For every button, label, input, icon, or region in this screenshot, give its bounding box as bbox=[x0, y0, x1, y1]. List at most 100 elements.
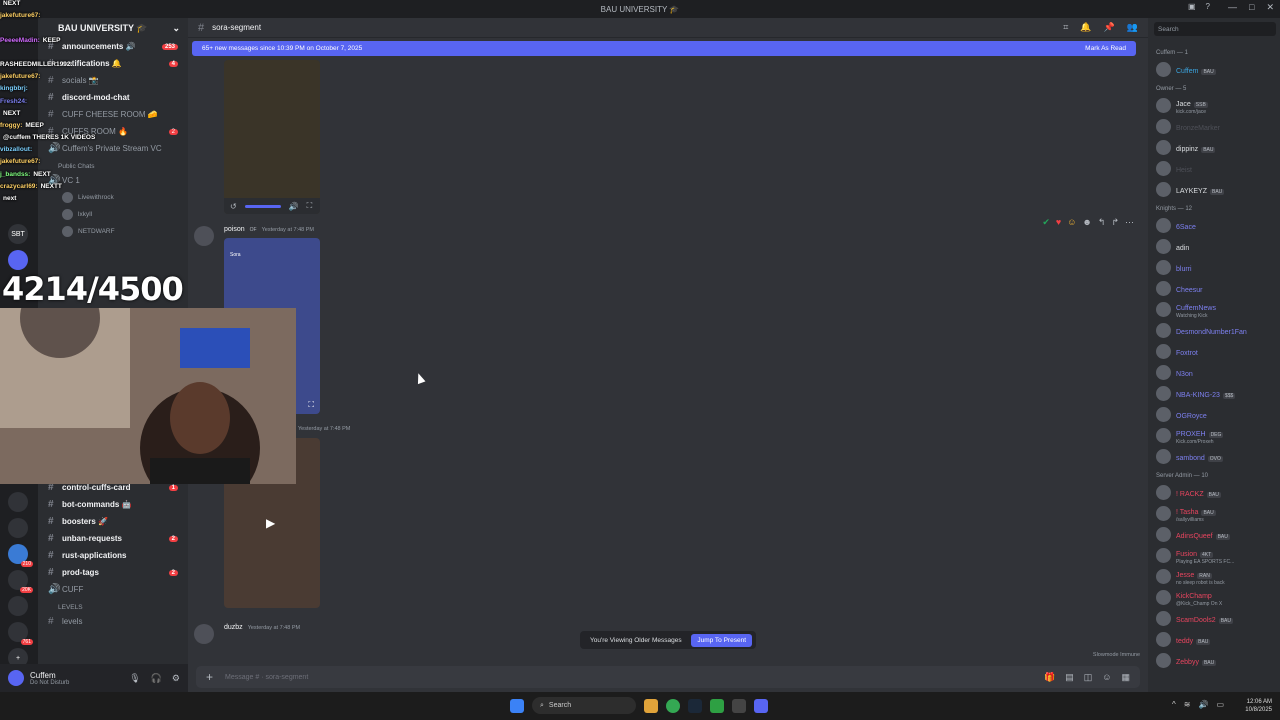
member-item[interactable]: CuffemNews Watching Kick bbox=[1148, 299, 1280, 320]
member-item[interactable]: Heist bbox=[1148, 158, 1280, 179]
sticker-icon[interactable]: ◫ bbox=[1084, 672, 1093, 683]
message-composer[interactable]: + Message # · sora-segment 🎁 ▤ ◫ ☺ ▦ bbox=[196, 666, 1140, 688]
apps-icon[interactable]: ▦ bbox=[1121, 672, 1130, 683]
battery-icon[interactable]: ▭ bbox=[1216, 700, 1224, 709]
channel-item[interactable]: # bot-commands 🤖 bbox=[38, 496, 188, 513]
folder-icon[interactable] bbox=[644, 698, 658, 713]
server-icon[interactable]: SBT bbox=[8, 224, 28, 244]
member-item[interactable]: ! RACKZ BAU bbox=[1148, 482, 1280, 503]
member-item[interactable]: Cheesur bbox=[1148, 278, 1280, 299]
voice-channel-item[interactable]: 🔊 CUFF bbox=[38, 581, 188, 598]
threads-icon[interactable]: ⌗ bbox=[1063, 22, 1068, 33]
help-icon[interactable]: ? bbox=[1206, 2, 1210, 11]
member-item[interactable]: Cuffem BAU bbox=[1148, 59, 1280, 80]
author-name[interactable]: poison bbox=[224, 226, 245, 233]
voice-user[interactable]: NETDWARF bbox=[38, 223, 188, 240]
member-item[interactable]: DesmondNumber1Fan bbox=[1148, 320, 1280, 341]
member-item[interactable]: Jesse RAN no sleep robot is back bbox=[1148, 566, 1280, 587]
channel-item[interactable]: # unban-requests 2 bbox=[38, 530, 188, 547]
taskbar-search[interactable]: ⌕ Search bbox=[532, 697, 636, 714]
member-item[interactable]: sambond OVO bbox=[1148, 446, 1280, 467]
start-icon[interactable] bbox=[510, 698, 524, 713]
forward-icon[interactable]: ↱ bbox=[1111, 217, 1119, 228]
member-item[interactable]: Zebbyy BAU bbox=[1148, 650, 1280, 671]
video-embed[interactable]: ↺ 🔊 ⛶ bbox=[224, 60, 320, 214]
emoji-icon[interactable]: ☺ bbox=[1102, 672, 1111, 683]
member-item[interactable]: Fusion 4KT Playing EA SPORTS FC... bbox=[1148, 545, 1280, 566]
server-icon[interactable]: 20K bbox=[8, 570, 33, 593]
chrome-icon[interactable] bbox=[666, 698, 680, 713]
server-icon[interactable] bbox=[8, 596, 28, 616]
server-icon[interactable] bbox=[8, 492, 28, 512]
member-item[interactable]: adin bbox=[1148, 236, 1280, 257]
category-levels[interactable]: LEVELS bbox=[38, 598, 188, 613]
server-icon[interactable] bbox=[8, 518, 28, 538]
fullscreen-icon[interactable]: ⛶ bbox=[307, 201, 313, 211]
pin-icon[interactable]: 📌 bbox=[1104, 22, 1115, 33]
author-name[interactable]: duzbz bbox=[224, 624, 243, 631]
channel-item[interactable]: # levels bbox=[38, 613, 188, 630]
member-item[interactable]: OGRoyce bbox=[1148, 404, 1280, 425]
channel-item[interactable]: # prod-tags 2 bbox=[38, 564, 188, 581]
avatar[interactable] bbox=[194, 624, 214, 644]
volume-icon[interactable]: 🔊 bbox=[1198, 700, 1208, 709]
member-item[interactable]: blurri bbox=[1148, 257, 1280, 278]
members-icon[interactable]: 👥 bbox=[1127, 22, 1138, 33]
wifi-icon[interactable]: ≋ bbox=[1184, 700, 1191, 709]
progress-bar[interactable] bbox=[244, 204, 281, 208]
voice-user[interactable]: lxkyll bbox=[38, 206, 188, 223]
member-item[interactable]: AdinsQueef BAU bbox=[1148, 524, 1280, 545]
system-clock[interactable]: 12:06 AM 10/8/2025 bbox=[1245, 698, 1272, 714]
channel-item[interactable]: # rust-applications bbox=[38, 547, 188, 564]
channel-item[interactable]: # boosters 🚀 bbox=[38, 513, 188, 530]
mic-icon[interactable]: 🎙 bbox=[129, 673, 140, 684]
server-icon[interactable]: 761 bbox=[8, 622, 33, 645]
new-messages-banner[interactable]: 65+ new messages since 10:39 PM on Octob… bbox=[192, 41, 1136, 56]
reply-icon[interactable]: ↰ bbox=[1098, 217, 1106, 228]
replay-icon[interactable]: ↺ bbox=[230, 202, 237, 211]
server-icon[interactable]: 210 bbox=[8, 544, 33, 567]
maximize-button[interactable]: □ bbox=[1249, 2, 1254, 13]
member-item[interactable]: teddy BAU bbox=[1148, 629, 1280, 650]
smile-icon[interactable]: ☺ bbox=[1067, 217, 1076, 228]
headphones-icon[interactable]: 🎧 bbox=[151, 673, 162, 684]
gear-icon[interactable]: ⚙ bbox=[172, 673, 180, 684]
member-item[interactable]: PROXEH DEG Kick.com/Proxeh bbox=[1148, 425, 1280, 446]
gif-icon[interactable]: ▤ bbox=[1065, 672, 1074, 683]
member-item[interactable]: ScamDools2 BAU bbox=[1148, 608, 1280, 629]
close-button[interactable]: ✕ bbox=[1266, 2, 1274, 13]
member-item[interactable]: 6Sace bbox=[1148, 215, 1280, 236]
app-icon[interactable] bbox=[732, 698, 746, 713]
server-icon[interactable] bbox=[8, 250, 28, 270]
add-reaction-icon[interactable]: ☻ bbox=[1082, 217, 1091, 228]
add-attachment-icon[interactable]: + bbox=[206, 670, 213, 684]
minimize-button[interactable]: — bbox=[1228, 2, 1237, 13]
search-input[interactable]: Search bbox=[1154, 22, 1276, 36]
member-item[interactable]: N3on bbox=[1148, 362, 1280, 383]
avatar[interactable] bbox=[8, 670, 24, 686]
avatar[interactable] bbox=[194, 226, 214, 246]
mark-as-read-button[interactable]: Mark As Read bbox=[1085, 45, 1126, 52]
member-item[interactable]: Foxtrot bbox=[1148, 341, 1280, 362]
discord-icon[interactable] bbox=[754, 698, 768, 713]
member-item[interactable]: ! Tasha BAU/sallyvilliams bbox=[1148, 503, 1280, 524]
member-item[interactable]: NBA-KING-23 $$$ bbox=[1148, 383, 1280, 404]
member-item[interactable]: Jace SSB kick.com/jace bbox=[1148, 95, 1280, 116]
inbox-icon[interactable]: ▣ bbox=[1188, 2, 1196, 11]
message-input[interactable]: Message # · sora-segment bbox=[225, 674, 308, 681]
steam-icon[interactable] bbox=[688, 698, 702, 713]
volume-icon[interactable]: 🔊 bbox=[289, 202, 299, 211]
gift-icon[interactable]: 🎁 bbox=[1044, 672, 1055, 683]
member-item[interactable]: LAYKEYZ BAU bbox=[1148, 179, 1280, 200]
play-icon[interactable]: ▶ bbox=[266, 516, 275, 530]
fullscreen-icon[interactable]: ⛶ bbox=[308, 400, 314, 410]
member-item[interactable]: BronzeMarker bbox=[1148, 116, 1280, 137]
more-icon[interactable]: ⋯ bbox=[1125, 217, 1134, 228]
heart-icon[interactable]: ♥ bbox=[1056, 217, 1061, 228]
member-item[interactable]: dippinz BAU bbox=[1148, 137, 1280, 158]
app-icon[interactable] bbox=[710, 698, 724, 713]
member-item[interactable]: KickChamp @Kick_Champ On X bbox=[1148, 587, 1280, 608]
bell-icon[interactable]: 🔔 bbox=[1080, 22, 1091, 33]
chevron-up-icon[interactable]: ^ bbox=[1172, 700, 1176, 709]
jump-to-present-button[interactable]: Jump To Present bbox=[691, 633, 752, 647]
